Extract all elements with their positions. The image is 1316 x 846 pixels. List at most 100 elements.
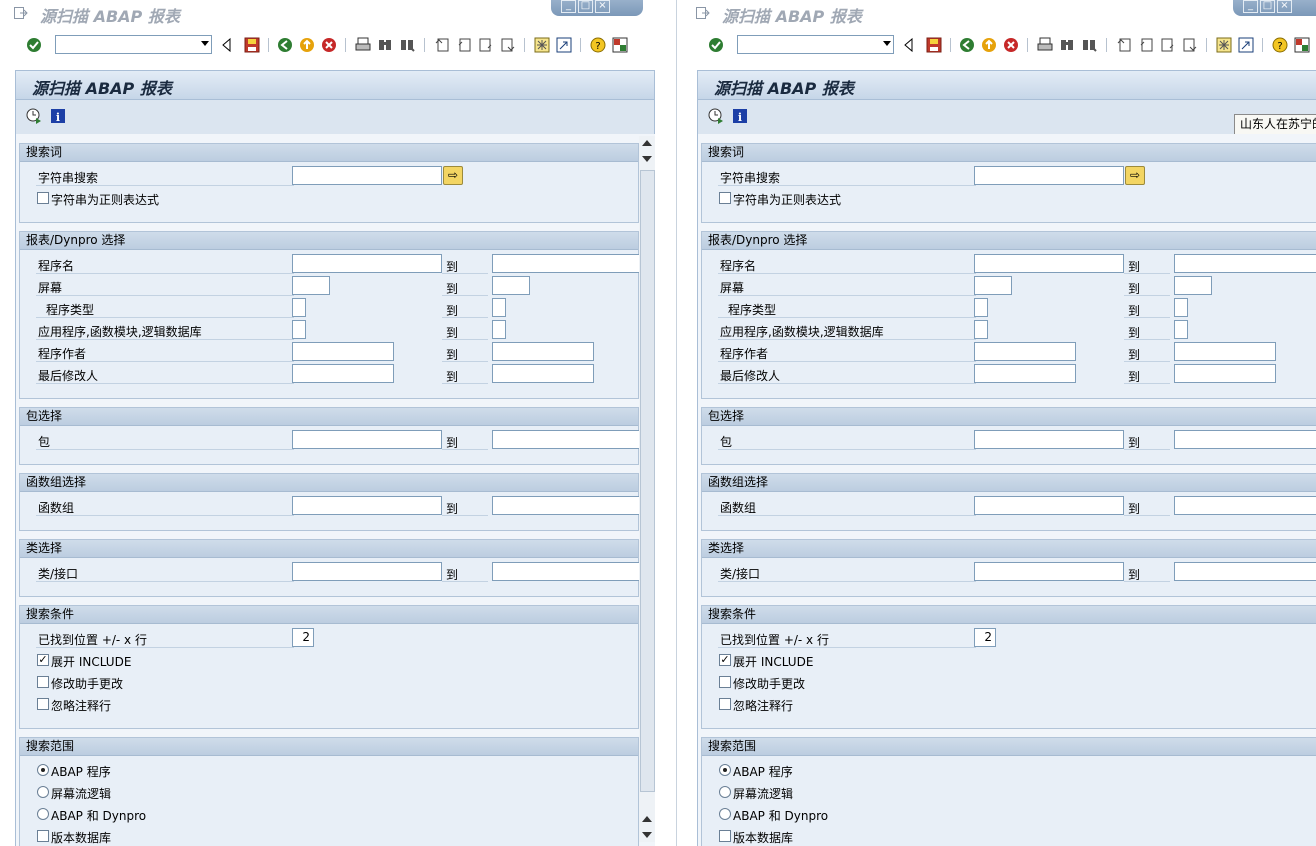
last-changed-by-to-input[interactable] (492, 364, 594, 383)
last-changed-by-to-input[interactable] (1174, 364, 1276, 383)
back-arrow-icon[interactable] (219, 37, 235, 53)
chevron-down-icon[interactable] (883, 41, 891, 46)
last-changed-by-from-input[interactable] (292, 364, 394, 383)
layout-icon[interactable] (1294, 37, 1310, 53)
print-icon[interactable] (355, 37, 371, 53)
program-name-from-input[interactable] (292, 254, 442, 273)
minimize-icon[interactable]: _ (1243, 0, 1258, 13)
program-author-to-input[interactable] (1174, 342, 1276, 361)
minimize-icon[interactable]: _ (561, 0, 576, 13)
prev-page-icon[interactable] (456, 37, 472, 53)
string-search-input[interactable] (974, 166, 1124, 185)
regex-checkbox[interactable] (719, 192, 731, 204)
command-field[interactable] (55, 35, 212, 54)
last-changed-by-from-input[interactable] (974, 364, 1076, 383)
program-author-to-input[interactable] (492, 342, 594, 361)
program-type-from-input[interactable] (974, 298, 988, 317)
expand-include-checkbox[interactable]: ✓ (37, 654, 49, 666)
abap-program-radio[interactable] (719, 764, 731, 776)
screen-flow-radio[interactable] (37, 786, 49, 798)
find-icon[interactable] (377, 37, 393, 53)
next-page-icon[interactable] (478, 37, 494, 53)
maximize-icon[interactable]: □ (1260, 0, 1275, 13)
package-to-input[interactable] (1174, 430, 1316, 449)
help-icon[interactable]: ? (1272, 37, 1288, 53)
abap-dynpro-radio[interactable] (37, 808, 49, 820)
help-icon[interactable]: ? (590, 37, 606, 53)
last-page-icon[interactable] (1182, 37, 1198, 53)
screen-from-input[interactable] (292, 276, 330, 295)
scroll-down-icon[interactable] (642, 156, 652, 162)
lines-around-input[interactable]: 2 (974, 628, 996, 647)
back-arrow-icon[interactable] (901, 37, 917, 53)
class-to-input[interactable] (492, 562, 640, 581)
first-page-icon[interactable] (434, 37, 450, 53)
scrollbar-thumb[interactable] (640, 170, 655, 792)
shortcut-icon[interactable] (1238, 37, 1254, 53)
window-menu-icon[interactable] (696, 7, 710, 19)
string-search-input[interactable] (292, 166, 442, 185)
execute-icon[interactable] (26, 108, 42, 124)
application-from-input[interactable] (974, 320, 988, 339)
cancel-icon[interactable] (1003, 37, 1019, 53)
execute-search-button[interactable]: ⇨ (443, 166, 463, 185)
screen-to-input[interactable] (492, 276, 530, 295)
ignore-comments-checkbox[interactable] (37, 698, 49, 710)
function-group-from-input[interactable] (974, 496, 1124, 515)
enter-icon[interactable] (708, 37, 724, 53)
program-type-to-input[interactable] (1174, 298, 1188, 317)
class-from-input[interactable] (292, 562, 442, 581)
last-page-icon[interactable] (500, 37, 516, 53)
class-to-input[interactable] (1174, 562, 1316, 581)
screen-flow-radio[interactable] (719, 786, 731, 798)
prev-page-icon[interactable] (1138, 37, 1154, 53)
chevron-down-icon[interactable] (201, 41, 209, 46)
shortcut-icon[interactable] (556, 37, 572, 53)
new-session-icon[interactable] (534, 37, 550, 53)
new-session-icon[interactable] (1216, 37, 1232, 53)
scroll-up-icon[interactable] (642, 816, 652, 822)
vertical-scrollbar[interactable] (639, 136, 655, 842)
layout-icon[interactable] (612, 37, 628, 53)
print-icon[interactable] (1037, 37, 1053, 53)
window-menu-icon[interactable] (14, 7, 28, 19)
info-icon[interactable]: i (732, 108, 748, 124)
find-next-icon[interactable] (1081, 37, 1097, 53)
class-from-input[interactable] (974, 562, 1124, 581)
program-name-from-input[interactable] (974, 254, 1124, 273)
package-from-input[interactable] (974, 430, 1124, 449)
back-icon[interactable] (959, 37, 975, 53)
screen-from-input[interactable] (974, 276, 1012, 295)
execute-icon[interactable] (708, 108, 724, 124)
info-icon[interactable]: i (50, 108, 66, 124)
scroll-up-icon[interactable] (642, 140, 652, 146)
program-type-from-input[interactable] (292, 298, 306, 317)
find-icon[interactable] (1059, 37, 1075, 53)
version-db-checkbox[interactable] (37, 830, 49, 842)
cancel-icon[interactable] (321, 37, 337, 53)
close-icon[interactable]: × (595, 0, 610, 13)
save-icon[interactable] (244, 37, 260, 53)
function-group-to-input[interactable] (1174, 496, 1316, 515)
mod-assistant-checkbox[interactable] (719, 676, 731, 688)
first-page-icon[interactable] (1116, 37, 1132, 53)
mod-assistant-checkbox[interactable] (37, 676, 49, 688)
regex-checkbox[interactable] (37, 192, 49, 204)
program-author-from-input[interactable] (974, 342, 1076, 361)
abap-program-radio[interactable] (37, 764, 49, 776)
application-from-input[interactable] (292, 320, 306, 339)
next-page-icon[interactable] (1160, 37, 1176, 53)
application-to-input[interactable] (492, 320, 506, 339)
ignore-comments-checkbox[interactable] (719, 698, 731, 710)
function-group-to-input[interactable] (492, 496, 640, 515)
save-icon[interactable] (926, 37, 942, 53)
package-from-input[interactable] (292, 430, 442, 449)
enter-icon[interactable] (26, 37, 42, 53)
application-to-input[interactable] (1174, 320, 1188, 339)
maximize-icon[interactable]: □ (578, 0, 593, 13)
function-group-from-input[interactable] (292, 496, 442, 515)
expand-include-checkbox[interactable]: ✓ (719, 654, 731, 666)
scroll-down-icon[interactable] (642, 832, 652, 838)
program-type-to-input[interactable] (492, 298, 506, 317)
command-field[interactable] (737, 35, 894, 54)
